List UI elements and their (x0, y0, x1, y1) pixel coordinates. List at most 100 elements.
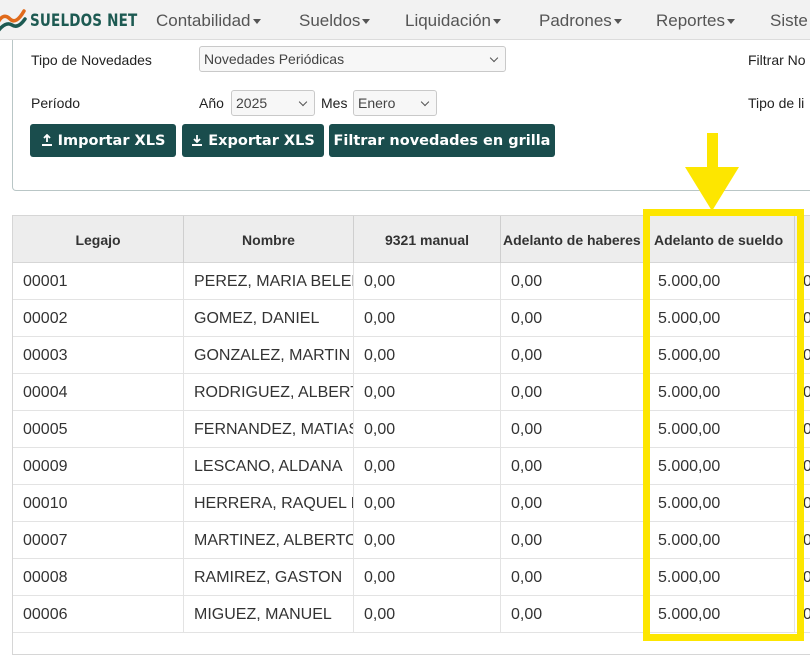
table-row[interactable]: 00009LESCANO, ALDANA0,000,005.000,000 (13, 448, 810, 485)
cell-adelanto-sueldo[interactable]: 5.000,00 (648, 448, 795, 485)
filtrar-novedades-button[interactable]: Filtrar novedades en grilla (329, 124, 555, 157)
cell-adelanto-sueldo[interactable]: 5.000,00 (648, 337, 795, 374)
cell-adelanto-haberes[interactable]: 0,00 (501, 485, 648, 522)
sueldos-net-logo-icon (0, 9, 27, 32)
cell-nombre[interactable]: MARTINEZ, ALBERTO (184, 522, 354, 559)
chevron-down-icon (420, 97, 430, 107)
table-row[interactable]: 00007MARTINEZ, ALBERTO0,000,005.000,000 (13, 522, 810, 559)
cell-9321-manual[interactable]: 0,00 (354, 448, 501, 485)
cell-adelanto-haberes[interactable]: 0,00 (501, 522, 648, 559)
cell-nombre[interactable]: GOMEZ, DANIEL (184, 300, 354, 337)
cell-9321-manual[interactable]: 0,00 (354, 300, 501, 337)
nav-sistema[interactable]: Siste (770, 11, 808, 31)
cell-adelanto-sueldo[interactable]: 5.000,00 (648, 485, 795, 522)
cell-adelanto-sueldo[interactable]: 5.000,00 (648, 559, 795, 596)
cell-adelanto-haberes[interactable]: 0,00 (501, 411, 648, 448)
nav-reportes-label: Reportes (656, 11, 725, 30)
table-row[interactable]: 00003GONZALEZ, MARTIN0,000,005.000,000 (13, 337, 810, 374)
cell-legajo[interactable]: 00008 (13, 559, 184, 596)
table-row[interactable]: 00008RAMIREZ, GASTON0,000,005.000,000 (13, 559, 810, 596)
cell-9321-manual[interactable]: 0,00 (354, 337, 501, 374)
cell-next-column[interactable]: 0 (795, 337, 810, 374)
table-row[interactable]: 00002GOMEZ, DANIEL0,000,005.000,000 (13, 300, 810, 337)
cell-adelanto-sueldo[interactable]: 5.000,00 (648, 411, 795, 448)
cell-legajo[interactable]: 00007 (13, 522, 184, 559)
cell-adelanto-haberes[interactable]: 0,00 (501, 559, 648, 596)
cell-nombre[interactable]: FERNANDEZ, MATIAS (184, 411, 354, 448)
header-adelanto-haberes[interactable]: Adelanto de haberes (501, 216, 648, 263)
cell-legajo[interactable]: 00003 (13, 337, 184, 374)
brand[interactable]: SUELDOS NET (0, 5, 161, 35)
header-adelanto-sueldo[interactable]: Adelanto de sueldo (648, 216, 795, 263)
table-row[interactable]: 00004RODRIGUEZ, ALBERTO0,000,005.000,000 (13, 374, 810, 411)
cell-9321-manual[interactable]: 0,00 (354, 263, 501, 300)
caret-down-icon (613, 19, 622, 25)
header-legajo[interactable]: Legajo (13, 216, 184, 263)
cell-legajo[interactable]: 00009 (13, 448, 184, 485)
cell-next-column[interactable]: 0 (795, 374, 810, 411)
cell-adelanto-haberes[interactable]: 0,00 (501, 448, 648, 485)
cell-legajo[interactable]: 00006 (13, 596, 184, 633)
cell-next-column[interactable]: 0 (795, 485, 810, 522)
nav-padrones[interactable]: Padrones (539, 11, 622, 31)
cell-9321-manual[interactable]: 0,00 (354, 559, 501, 596)
nav-liquidacion[interactable]: Liquidación (405, 11, 502, 31)
cell-adelanto-haberes[interactable]: 0,00 (501, 337, 648, 374)
cell-legajo[interactable]: 00001 (13, 263, 184, 300)
mes-select[interactable]: Enero (353, 90, 437, 116)
header-9321-manual[interactable]: 9321 manual (354, 216, 501, 263)
cell-legajo[interactable]: 00002 (13, 300, 184, 337)
header-next-column[interactable] (795, 216, 810, 263)
cell-9321-manual[interactable]: 0,00 (354, 411, 501, 448)
cell-nombre[interactable]: HERRERA, RAQUEL E (184, 485, 354, 522)
cell-adelanto-haberes[interactable]: 0,00 (501, 263, 648, 300)
tipo-novedades-label: Tipo de Novedades (31, 52, 152, 68)
caret-down-icon (252, 19, 261, 25)
cell-9321-manual[interactable]: 0,00 (354, 596, 501, 633)
cell-next-column[interactable]: 0 (795, 448, 810, 485)
table-row[interactable]: 00005FERNANDEZ, MATIAS0,000,005.000,000 (13, 411, 810, 448)
cell-adelanto-haberes[interactable]: 0,00 (501, 596, 648, 633)
exportar-xls-button[interactable]: Exportar XLS (182, 124, 324, 157)
cell-nombre[interactable]: RODRIGUEZ, ALBERTO (184, 374, 354, 411)
nav-reportes[interactable]: Reportes (656, 11, 735, 31)
cell-legajo[interactable]: 00004 (13, 374, 184, 411)
cell-adelanto-haberes[interactable]: 0,00 (501, 374, 648, 411)
table-row[interactable]: 00006MIGUEZ, MANUEL0,000,005.000,000 (13, 596, 810, 633)
table-row[interactable]: 00001PEREZ, MARIA BELEN0,000,005.000,000 (13, 263, 810, 300)
importar-xls-button[interactable]: Importar XLS (30, 124, 176, 157)
table-row[interactable]: 00010HERRERA, RAQUEL E0,000,005.000,000 (13, 485, 810, 522)
cell-adelanto-sueldo[interactable]: 5.000,00 (648, 300, 795, 337)
cell-9321-manual[interactable]: 0,00 (354, 485, 501, 522)
cell-legajo[interactable]: 00005 (13, 411, 184, 448)
mes-label: Mes (321, 95, 348, 111)
cell-next-column[interactable]: 0 (795, 263, 810, 300)
cell-nombre[interactable]: LESCANO, ALDANA (184, 448, 354, 485)
cell-adelanto-sueldo[interactable]: 5.000,00 (648, 596, 795, 633)
cell-nombre[interactable]: MIGUEZ, MANUEL (184, 596, 354, 633)
cell-next-column[interactable]: 0 (795, 559, 810, 596)
import-upload-icon (41, 134, 53, 147)
cell-adelanto-sueldo[interactable]: 5.000,00 (648, 374, 795, 411)
cell-next-column[interactable]: 0 (795, 522, 810, 559)
cell-adelanto-sueldo[interactable]: 5.000,00 (648, 522, 795, 559)
nav-contabilidad[interactable]: Contabilidad (156, 11, 261, 31)
anio-select[interactable]: 2025 (231, 90, 315, 116)
cell-adelanto-sueldo[interactable]: 5.000,00 (648, 263, 795, 300)
cell-next-column[interactable]: 0 (795, 596, 810, 633)
cell-next-column[interactable]: 0 (795, 300, 810, 337)
cell-legajo[interactable]: 00010 (13, 485, 184, 522)
cell-adelanto-haberes[interactable]: 0,00 (501, 300, 648, 337)
tipo-novedades-select[interactable]: Novedades Periódicas (199, 46, 506, 72)
header-nombre[interactable]: Nombre (184, 216, 354, 263)
cell-nombre[interactable]: RAMIREZ, GASTON (184, 559, 354, 596)
cell-nombre[interactable]: GONZALEZ, MARTIN (184, 337, 354, 374)
cell-next-column[interactable]: 0 (795, 411, 810, 448)
top-navbar: SUELDOS NET Contabilidad Sueldos Liquida… (0, 0, 810, 40)
nav-padrones-label: Padrones (539, 11, 612, 30)
filtrar-label: Filtrar No (748, 52, 806, 68)
cell-9321-manual[interactable]: 0,00 (354, 522, 501, 559)
cell-9321-manual[interactable]: 0,00 (354, 374, 501, 411)
cell-nombre[interactable]: PEREZ, MARIA BELEN (184, 263, 354, 300)
nav-sueldos[interactable]: Sueldos (299, 11, 371, 31)
